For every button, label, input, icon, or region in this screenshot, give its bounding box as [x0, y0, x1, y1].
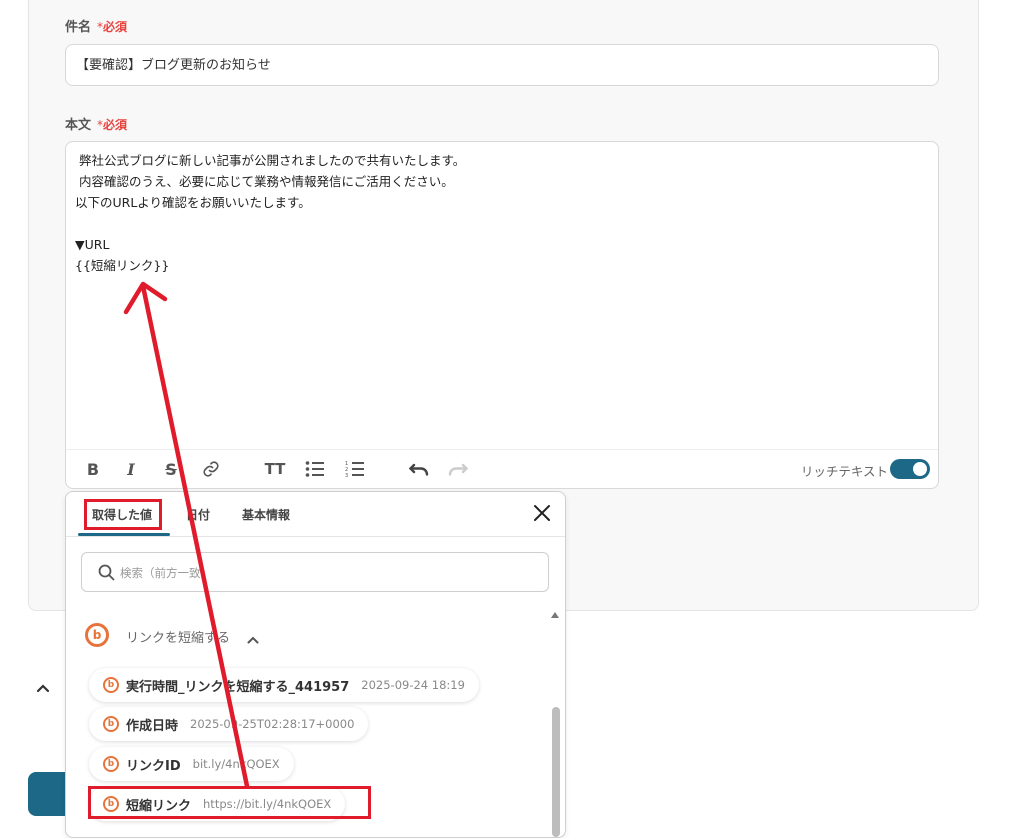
annotation-arrow [123, 281, 250, 789]
